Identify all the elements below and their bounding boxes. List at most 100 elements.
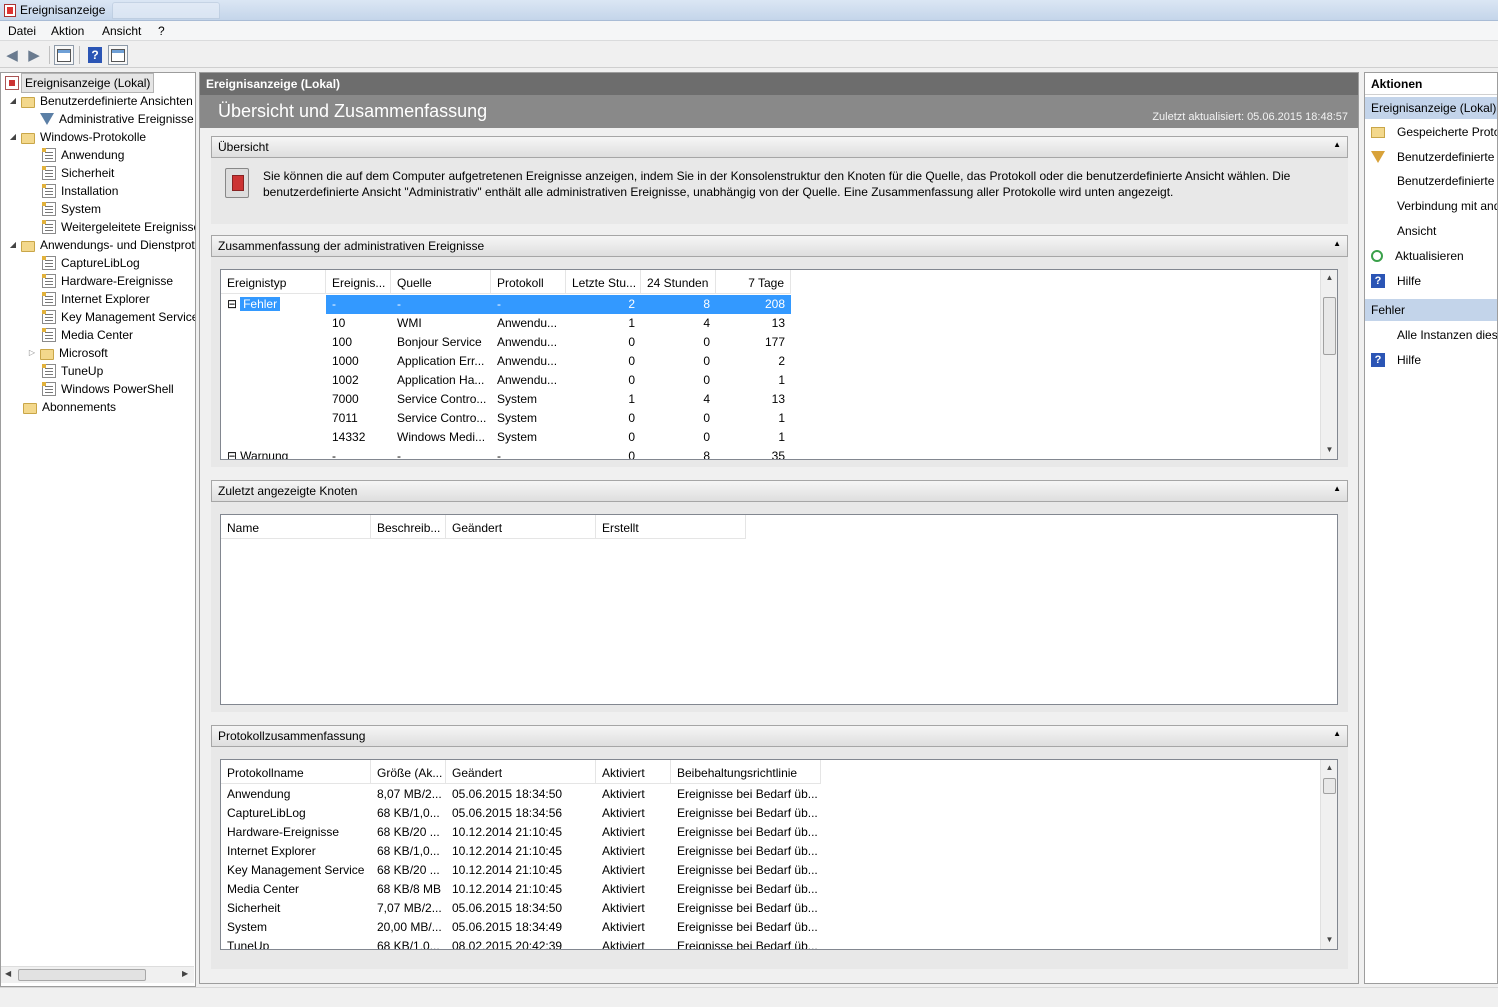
tree-node-windows-logs[interactable]: ◢ Windows-Protokolle xyxy=(8,128,146,146)
column-header[interactable]: Beschreib... xyxy=(371,515,446,539)
collapse-group-icon[interactable]: ⊟ xyxy=(227,297,237,311)
collapse-icon[interactable]: ▲ xyxy=(1333,484,1341,493)
table-row[interactable]: ⊟ Warnung - - -0 8 35 xyxy=(221,447,791,459)
menu-help[interactable]: ? xyxy=(158,24,165,38)
tree-node-powershell[interactable]: Windows PowerShell xyxy=(42,380,174,398)
action-connect-computer[interactable]: Verbindung mit anderem Computer herstell… xyxy=(1365,194,1497,218)
collapse-icon[interactable]: ▲ xyxy=(1333,729,1341,738)
tree-node-hardware-events[interactable]: Hardware-Ereignisse xyxy=(42,272,173,290)
action-show-all-instances[interactable]: Alle Instanzen dieses Ereignisses anzeig… xyxy=(1365,323,1497,347)
back-arrow-icon[interactable]: ◀ xyxy=(2,45,22,65)
column-header[interactable]: Protokoll xyxy=(491,270,566,294)
action-create-custom-view[interactable]: Benutzerdefinierte Ansicht erstellen... xyxy=(1365,145,1497,169)
section-header-admin-summary[interactable]: Zusammenfassung der administrativen Erei… xyxy=(211,235,1348,257)
tree-node-subscriptions[interactable]: Abonnements xyxy=(23,398,116,416)
scroll-right-icon[interactable]: ▶ xyxy=(182,969,188,978)
action-import-custom-view[interactable]: Benutzerdefinierte Ansicht importieren..… xyxy=(1365,169,1497,193)
show-hide-tree-icon[interactable] xyxy=(54,45,74,65)
column-header[interactable]: Letzte Stu... xyxy=(566,270,641,294)
table-row[interactable]: Hardware-Ereignisse 68 KB/20 ... 10.12.201… xyxy=(221,823,821,842)
tree-node-app-services[interactable]: ◢ Anwendungs- und Dienstprotokolle xyxy=(8,236,195,254)
column-header[interactable]: Geändert xyxy=(446,515,596,539)
column-header[interactable]: Quelle xyxy=(391,270,491,294)
section-header-log-summary[interactable]: Protokollzusammenfassung ▲ xyxy=(211,725,1348,747)
tree-node-internet-explorer[interactable]: Internet Explorer xyxy=(42,290,150,308)
blank-icon xyxy=(1371,328,1385,342)
column-header[interactable]: Erstellt xyxy=(596,515,746,539)
table-row[interactable]: 14332 Windows Medi... System 0 0 1 xyxy=(221,428,791,447)
tree-node-installation[interactable]: Installation xyxy=(42,182,118,200)
table-row[interactable]: Sicherheit 7,07 MB/2... 05.06.2015 18:34:5… xyxy=(221,899,821,918)
tree-node-system[interactable]: System xyxy=(42,200,101,218)
table-row[interactable]: ⊟ Fehler - - -2 8 208 xyxy=(221,295,791,314)
column-header[interactable]: 24 Stunden xyxy=(641,270,716,294)
section-header-recent-nodes[interactable]: Zuletzt angezeigte Knoten ▲ xyxy=(211,480,1348,502)
column-header[interactable]: Aktiviert xyxy=(596,760,671,784)
log-summary-scrollbar[interactable]: ▲ ▼ xyxy=(1320,760,1337,949)
column-header[interactable]: 7 Tage xyxy=(716,270,791,294)
action-help-error[interactable]: ? Hilfe xyxy=(1365,348,1497,372)
tree-node-sicherheit[interactable]: Sicherheit xyxy=(42,164,114,182)
table-row[interactable]: 1002 Application Ha... Anwendu... 0 0 1 xyxy=(221,371,791,390)
tree-node-forwarded-events[interactable]: Weitergeleitete Ereignisse xyxy=(42,218,195,236)
column-header[interactable]: Ereignis... xyxy=(326,270,391,294)
tree-node-anwendung[interactable]: Anwendung xyxy=(42,146,124,164)
menu-aktion[interactable]: Aktion xyxy=(51,24,84,38)
scroll-down-icon[interactable]: ▼ xyxy=(1321,932,1337,948)
table-row[interactable]: TuneUp 68 KB/1,0... 08.02.2015 20:42:39 Akt… xyxy=(221,937,821,949)
table-row[interactable]: 10 WMI Anwendu... 1 4 13 xyxy=(221,314,791,333)
scroll-down-icon[interactable]: ▼ xyxy=(1321,442,1337,458)
expand-arrow-icon[interactable]: ▷ xyxy=(27,344,37,362)
column-header[interactable]: Geändert xyxy=(446,760,596,784)
table-row[interactable]: 7011 Service Contro... System 0 0 1 xyxy=(221,409,791,428)
table-row[interactable]: Key Management Service 68 KB/20 ... 10.12.… xyxy=(221,861,821,880)
scroll-thumb[interactable] xyxy=(18,969,146,981)
action-view[interactable]: Ansicht xyxy=(1365,219,1497,243)
table-row[interactable]: System 20,00 MB/... 05.06.2015 18:34:49 Akt… xyxy=(221,918,821,937)
table-row[interactable]: Internet Explorer 68 KB/1,0... 10.12.2014 … xyxy=(221,842,821,861)
collapse-icon[interactable]: ▲ xyxy=(1333,239,1341,248)
tree-horizontal-scrollbar[interactable]: ◀ ▶ xyxy=(1,966,194,983)
expand-arrow-icon[interactable]: ◢ xyxy=(8,236,18,254)
expand-arrow-icon[interactable]: ◢ xyxy=(8,92,18,110)
actions-group-event-viewer[interactable]: Ereignisanzeige (Lokal) xyxy=(1365,97,1497,119)
actions-group-error[interactable]: Fehler xyxy=(1365,299,1497,321)
tree-node-custom-views[interactable]: ◢ Benutzerdefinierte Ansichten xyxy=(8,92,193,110)
column-header[interactable]: Ereignistyp xyxy=(221,270,326,294)
scroll-thumb[interactable] xyxy=(1323,778,1336,794)
help-icon[interactable]: ? xyxy=(85,45,105,65)
tree-node-microsoft[interactable]: ▷ Microsoft xyxy=(27,344,108,362)
tree-node-root[interactable]: Ereignisanzeige (Lokal) xyxy=(5,73,155,93)
show-hide-actions-icon[interactable] xyxy=(108,45,128,65)
tree-node-tuneup[interactable]: TuneUp xyxy=(42,362,103,380)
scroll-left-icon[interactable]: ◀ xyxy=(5,969,11,978)
column-header[interactable]: Name xyxy=(221,515,371,539)
forward-arrow-icon[interactable]: ▶ xyxy=(24,45,44,65)
tree-node-key-management[interactable]: Key Management Service xyxy=(42,308,195,326)
action-open-saved-log[interactable]: Gespeicherte Protokolle öffnen... xyxy=(1365,120,1497,144)
scroll-up-icon[interactable]: ▲ xyxy=(1321,270,1337,286)
admin-summary-scrollbar[interactable]: ▲ ▼ xyxy=(1320,270,1337,459)
expand-arrow-icon[interactable]: ◢ xyxy=(8,128,18,146)
action-help[interactable]: ? Hilfe xyxy=(1365,269,1497,293)
collapse-icon[interactable]: ▲ xyxy=(1333,140,1341,149)
column-header[interactable]: Beibehaltungsrichtlinie xyxy=(671,760,821,784)
table-row[interactable]: 7000 Service Contro... System 1 4 13 xyxy=(221,390,791,409)
table-row[interactable]: 100 Bonjour Service Anwendu... 0 0 177 xyxy=(221,333,791,352)
tree-node-admin-events[interactable]: Administrative Ereignisse xyxy=(40,110,194,128)
scroll-up-icon[interactable]: ▲ xyxy=(1321,760,1337,776)
table-row[interactable]: 1000 Application Err... Anwendu... 0 0 2 xyxy=(221,352,791,371)
table-row[interactable]: Media Center 68 KB/8 MB 10.12.2014 21:10:4… xyxy=(221,880,821,899)
section-header-overview[interactable]: Übersicht ▲ xyxy=(211,136,1348,158)
tree-node-media-center[interactable]: Media Center xyxy=(42,326,133,344)
tree-node-capturelibLog[interactable]: CaptureLibLog xyxy=(42,254,140,272)
column-header[interactable]: Größe (Ak... xyxy=(371,760,446,784)
table-row[interactable]: CaptureLibLog 68 KB/1,0... 05.06.2015 18:3… xyxy=(221,804,821,823)
menu-datei[interactable]: Datei xyxy=(8,24,36,38)
action-refresh[interactable]: Aktualisieren xyxy=(1365,244,1497,268)
menu-ansicht[interactable]: Ansicht xyxy=(102,24,141,38)
collapse-group-icon[interactable]: ⊟ xyxy=(227,449,237,459)
table-row[interactable]: Anwendung 8,07 MB/2... 05.06.2015 18:34:50… xyxy=(221,785,821,804)
column-header[interactable]: Protokollname xyxy=(221,760,371,784)
scroll-thumb[interactable] xyxy=(1323,297,1336,355)
